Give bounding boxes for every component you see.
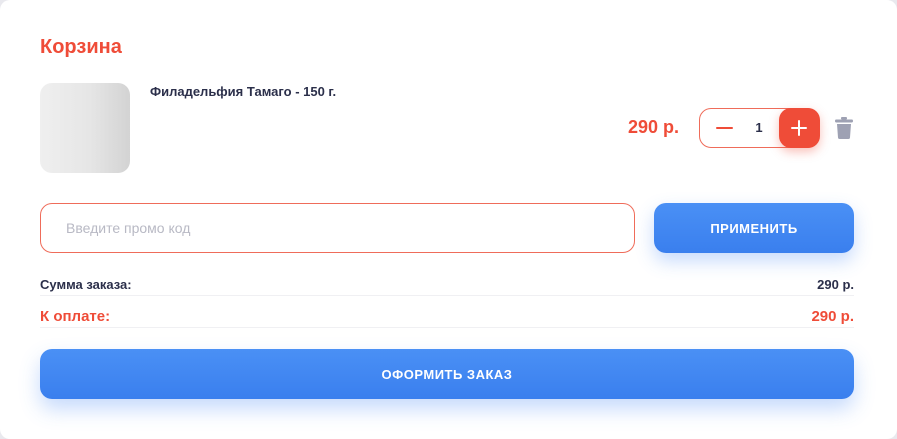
checkout-button[interactable]: ОФОРМИТЬ ЗАКАЗ [40,349,854,399]
to-pay-value: 290 р. [811,308,854,325]
promo-code-input[interactable] [40,203,635,253]
cart-title: Корзина [40,36,122,58]
to-pay-label: К оплате: [40,308,111,325]
order-sum-value: 290 р. [817,277,854,292]
cart-modal: Корзина Филадельфия Тамаго - 150 г. 290 … [0,0,897,439]
order-sum-row: Сумма заказа: 290 р. [40,274,854,296]
plus-icon[interactable] [779,108,820,148]
product-price: 290 р. [628,117,680,137]
product-image [40,83,130,173]
minus-icon[interactable] [706,113,742,143]
product-name: Филадельфия Тамаго - 150 г. [150,84,337,99]
quantity-stepper: 1 [699,108,820,148]
order-sum-label: Сумма заказа: [40,277,132,292]
trash-icon[interactable] [835,117,853,139]
quantity-value: 1 [755,120,763,135]
to-pay-row: К оплате: 290 р. [40,306,854,328]
apply-promo-button[interactable]: ПРИМЕНИТЬ [654,203,854,253]
